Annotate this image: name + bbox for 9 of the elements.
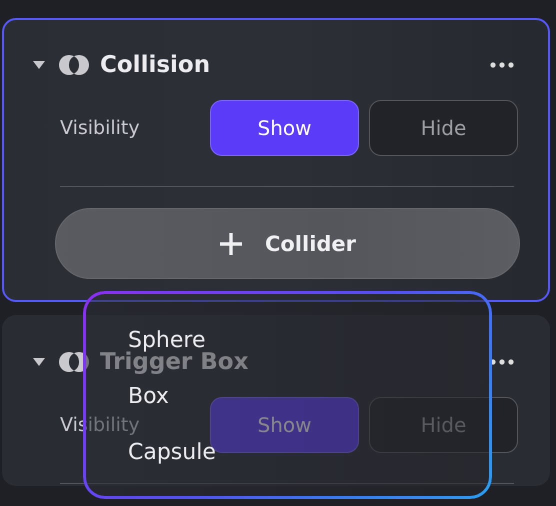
add-collider-button[interactable]: Collider [55, 208, 520, 279]
plus-icon [218, 232, 243, 256]
menu-item[interactable]: Box [124, 376, 173, 418]
caret-icon[interactable] [33, 61, 45, 69]
panel-title: Collision [100, 52, 212, 78]
visibility-toggle[interactable]: Hide [369, 100, 518, 156]
caret-icon[interactable] [33, 358, 45, 366]
visibility-toggle[interactable]: Show [210, 100, 359, 156]
visibility-label: Visibility [60, 117, 141, 139]
